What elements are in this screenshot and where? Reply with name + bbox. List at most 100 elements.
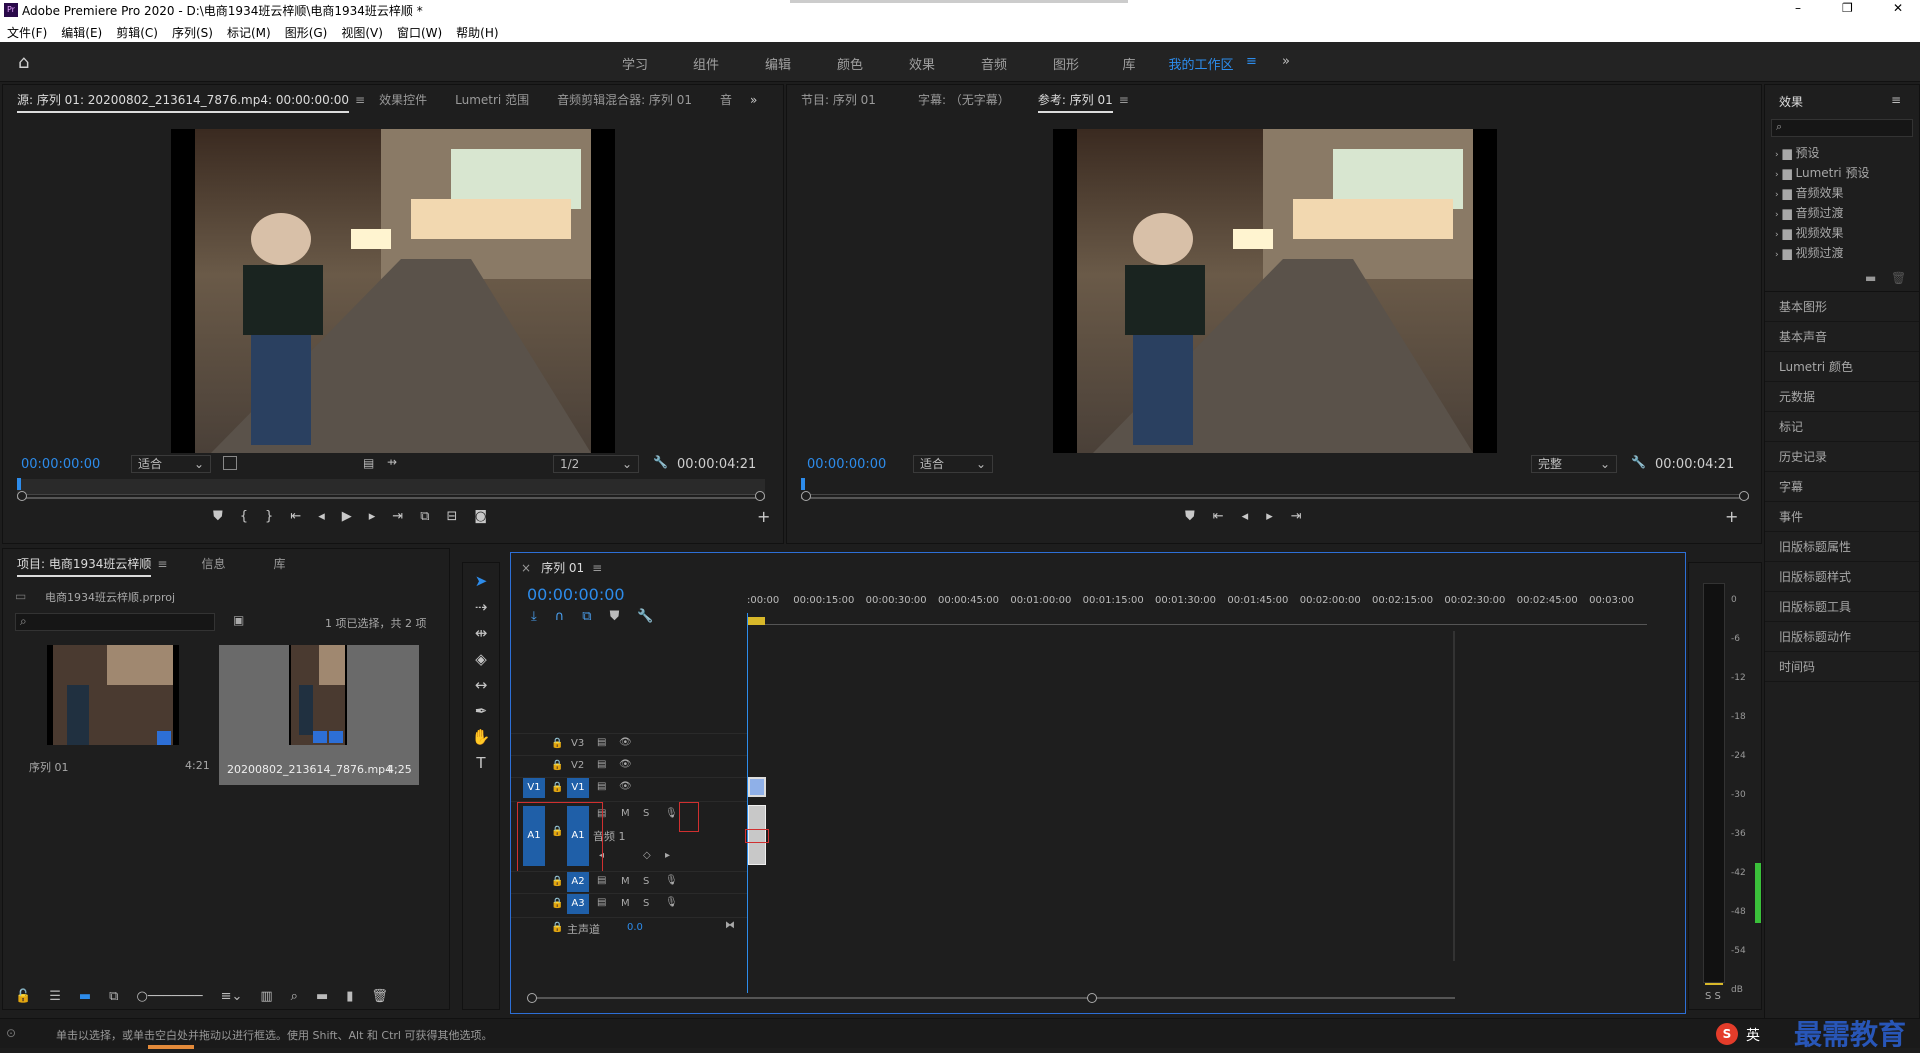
sort-icon[interactable]: ≡⌄ <box>221 989 243 1004</box>
tab-effect-controls[interactable]: 效果控件 <box>365 85 441 115</box>
work-area-bar[interactable] <box>747 617 765 625</box>
workspace-libraries[interactable]: 库 <box>1102 54 1156 73</box>
voiceover-mic-icon[interactable]: 🎙 <box>665 875 678 886</box>
lock-icon[interactable]: 🔒 <box>551 922 563 933</box>
nest-icon[interactable]: ⤓ <box>531 609 537 624</box>
project-search-input[interactable]: ⌕ <box>15 613 215 631</box>
linked-selection-icon[interactable]: ⧉ <box>582 609 591 624</box>
list-view-icon[interactable]: ☰ <box>49 989 61 1004</box>
eye-icon[interactable]: 👁 <box>619 781 632 792</box>
panel-lumetri-color[interactable]: Lumetri 颜色 <box>1765 352 1919 382</box>
track-select-tool-icon[interactable]: ⇢ <box>469 595 493 619</box>
tree-item-audio-effects[interactable]: › ▆ 音频效果 <box>1775 183 1915 203</box>
program-timecode[interactable]: 00:00:00:00 <box>807 457 886 472</box>
voiceover-mic-icon[interactable]: 🎙 <box>665 808 678 819</box>
step-back-icon[interactable]: ◂ <box>318 509 325 524</box>
button-editor-icon[interactable]: + <box>757 507 770 526</box>
slip-tool-icon[interactable]: ↔ <box>469 673 493 697</box>
lock-icon[interactable]: 🔒 <box>551 782 563 793</box>
step-forward-icon[interactable]: ▸ <box>369 509 376 524</box>
lock-icon[interactable]: 🔒 <box>551 738 563 749</box>
panel-timecode[interactable]: 时间码 <box>1765 652 1919 682</box>
sync-lock-icon[interactable]: ▤ <box>597 737 606 748</box>
lock-icon[interactable]: 🔒 <box>551 760 563 771</box>
eye-icon[interactable]: 👁 <box>619 737 632 748</box>
panel-captions[interactable]: 字幕 <box>1765 472 1919 502</box>
track-target-a3[interactable]: A3 <box>567 894 589 914</box>
tree-item-video-transitions[interactable]: › ▆ 视频过渡 <box>1775 243 1915 263</box>
sync-lock-icon[interactable]: ▤ <box>597 781 606 792</box>
home-icon[interactable]: ⌂ <box>18 52 29 73</box>
tree-item-lumetri-presets[interactable]: › ▆ Lumetri 预设 <box>1775 163 1915 183</box>
horizontal-scrollbar[interactable] <box>531 997 1455 999</box>
menu-help[interactable]: 帮助(H) <box>456 24 498 41</box>
panel-legacy-title-tools[interactable]: 旧版标题工具 <box>1765 592 1919 622</box>
find-icon[interactable]: ⌕ <box>291 989 298 1004</box>
source-playhead[interactable] <box>17 478 21 490</box>
workspace-editing[interactable]: 编辑 <box>742 54 814 73</box>
tree-item-audio-transitions[interactable]: › ▆ 音频过渡 <box>1775 203 1915 223</box>
mute-button[interactable]: M <box>621 898 630 909</box>
selection-tool-icon[interactable]: ➤ <box>469 569 493 593</box>
scroll-handle-right[interactable] <box>1087 993 1097 1003</box>
timeline-ruler[interactable]: :00:00 00:00:15:00 00:00:30:00 00:00:45:00 0… <box>747 595 1647 625</box>
workspace-menu-icon[interactable]: ≡ <box>1246 54 1266 73</box>
voiceover-mic-icon[interactable]: 🎙 <box>665 897 678 908</box>
solo-buttons[interactable]: S S <box>1705 991 1721 1002</box>
menu-clip[interactable]: 剪辑(C) <box>116 24 158 41</box>
workspace-learn[interactable]: 学习 <box>600 54 670 73</box>
eye-icon[interactable]: 👁 <box>619 759 632 770</box>
step-back-icon[interactable]: ◂ <box>1242 509 1249 524</box>
zoom-slider[interactable]: ○─────── <box>136 989 202 1004</box>
lock-icon[interactable]: 🔓 <box>15 989 31 1004</box>
zoom-handle-right[interactable] <box>1739 491 1749 501</box>
keyframe-next-icon[interactable]: ▸ <box>665 850 670 861</box>
source-time-ruler[interactable] <box>17 479 765 495</box>
hand-tool-icon[interactable]: ✋ <box>469 725 493 749</box>
menu-graphics[interactable]: 图形(G) <box>285 24 328 41</box>
quality-dropdown[interactable]: 完整 ⌄ <box>1531 455 1617 473</box>
panel-legacy-title-properties[interactable]: 旧版标题属性 <box>1765 532 1919 562</box>
scroll-handle-left[interactable] <box>527 993 537 1003</box>
program-zoom-bar[interactable] <box>801 497 1749 499</box>
close-tab-icon[interactable]: × <box>521 561 531 575</box>
project-item-sequence[interactable]: 序列 01 4:21 <box>15 645 215 785</box>
menu-view[interactable]: 视图(V) <box>341 24 383 41</box>
resolution-dropdown[interactable]: 1/2 ⌄ <box>553 455 639 473</box>
sync-lock-icon[interactable]: ▤ <box>597 759 606 770</box>
delete-icon[interactable]: 🗑 <box>1891 271 1906 285</box>
menu-edit[interactable]: 编辑(E) <box>61 24 102 41</box>
workspace-graphics[interactable]: 图形 <box>1030 54 1102 73</box>
tab-sequence[interactable]: 序列 01 <box>531 553 598 583</box>
tab-menu-icon[interactable]: ≡ <box>355 93 365 107</box>
tab-info[interactable]: 信息 <box>187 549 239 579</box>
sync-lock-icon[interactable]: ▤ <box>597 897 606 908</box>
menu-file[interactable]: 文件(F) <box>7 24 47 41</box>
more-workspaces-icon[interactable]: » <box>1266 54 1306 73</box>
lock-icon[interactable]: 🔒 <box>551 876 563 887</box>
mute-button[interactable]: M <box>621 876 630 887</box>
type-tool-icon[interactable]: T <box>469 751 493 775</box>
mark-in-icon[interactable]: { <box>240 509 248 524</box>
source-patch-v1[interactable]: V1 <box>523 778 545 798</box>
tab-menu-icon[interactable]: ≡ <box>157 557 167 571</box>
workspace-audio[interactable]: 音频 <box>958 54 1030 73</box>
new-bin-icon[interactable]: ▬ <box>1865 271 1876 285</box>
lock-icon[interactable]: 🔒 <box>551 898 563 909</box>
panel-events[interactable]: 事件 <box>1765 502 1919 532</box>
tab-program[interactable]: 节目: 序列 01 <box>787 85 890 115</box>
panel-legacy-title-actions[interactable]: 旧版标题动作 <box>1765 622 1919 652</box>
panel-essential-graphics[interactable]: 基本图形 <box>1765 292 1919 322</box>
timeline-timecode[interactable]: 00:00:00:00 <box>527 585 625 604</box>
freeform-view-icon[interactable]: ⧉ <box>109 989 118 1004</box>
panel-history[interactable]: 历史记录 <box>1765 442 1919 472</box>
video-clip[interactable] <box>748 777 766 797</box>
settings-icon[interactable] <box>223 456 237 470</box>
go-to-out-icon[interactable]: ⇥ <box>1291 509 1302 524</box>
ime-logo-icon[interactable]: S <box>1716 1023 1738 1045</box>
go-to-in-out-icon[interactable]: ⧓ <box>725 920 735 931</box>
tab-libraries[interactable]: 库 <box>259 549 299 579</box>
source-timecode[interactable]: 00:00:00:00 <box>21 457 100 472</box>
solo-button[interactable]: S <box>643 876 649 887</box>
sync-lock-icon[interactable]: ▤ <box>597 875 606 886</box>
